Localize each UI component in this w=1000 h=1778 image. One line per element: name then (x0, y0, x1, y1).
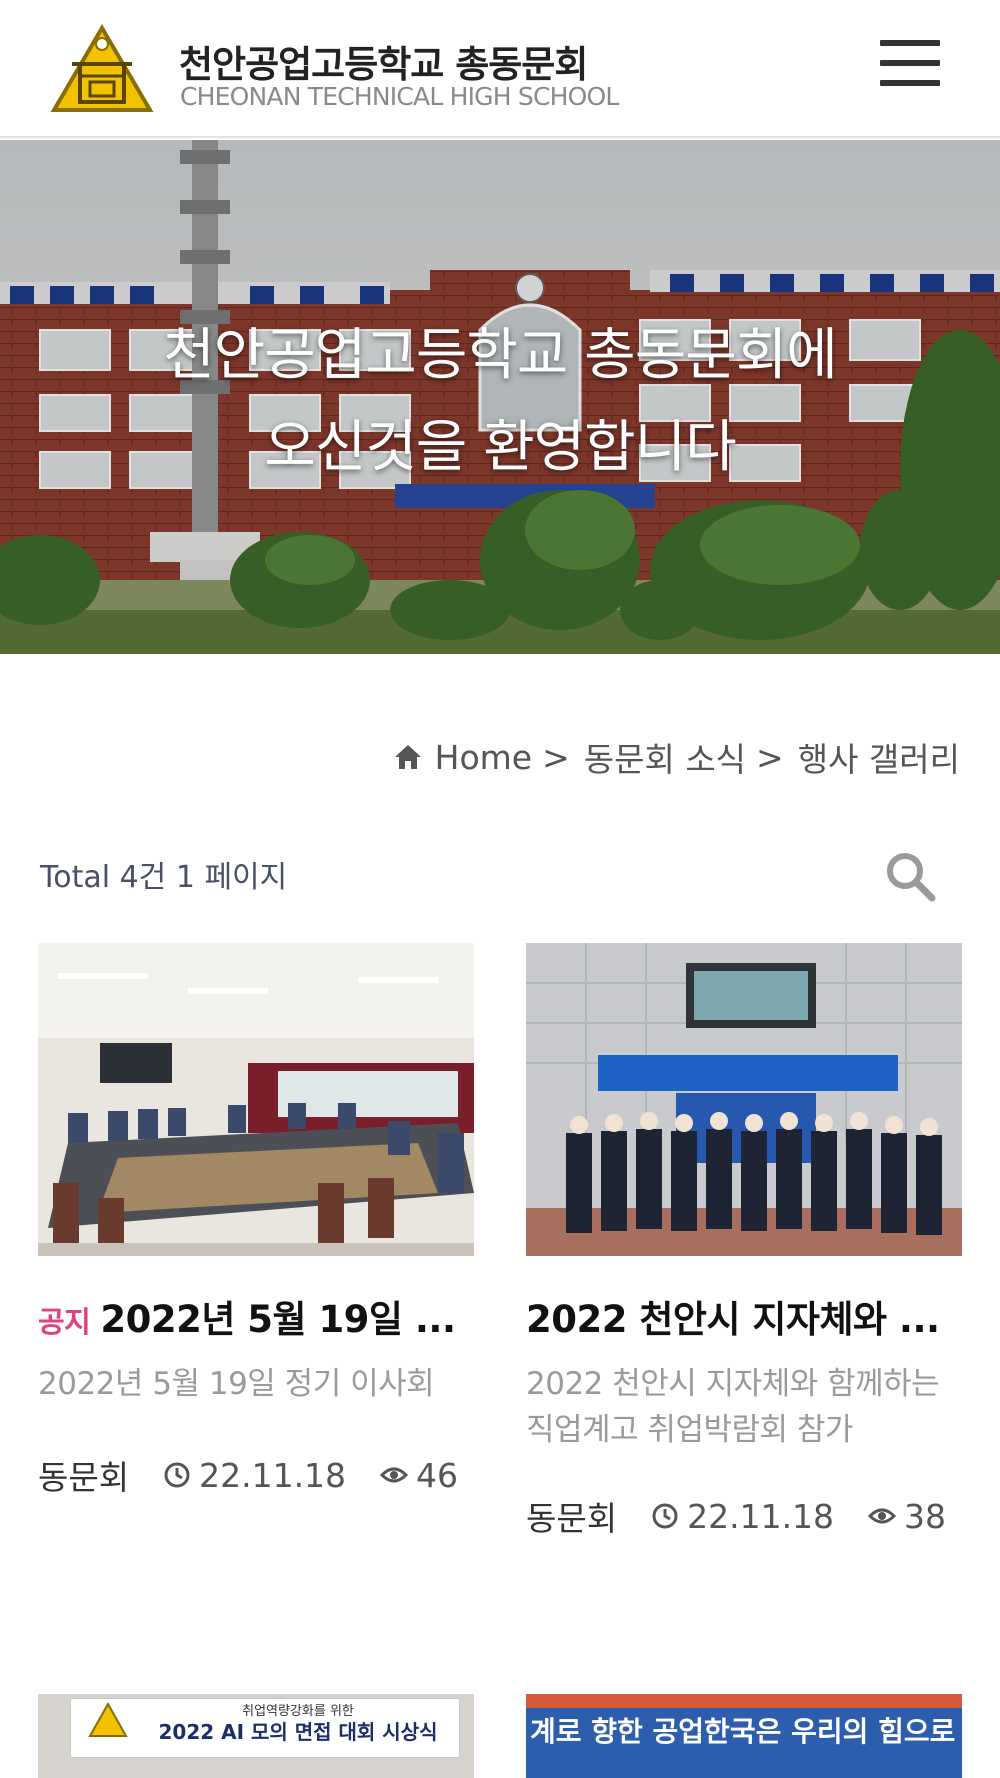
site-header: 천안공업고등학교 총동문회 CHEONAN TECHNICAL HIGH SCH… (0, 0, 1000, 138)
menu-bar (880, 60, 940, 66)
post-views: 38 (904, 1496, 947, 1536)
home-icon[interactable] (393, 742, 423, 772)
post-meta: 동문회 22.11.18 38 (526, 1492, 962, 1540)
post-thumbnail[interactable]: 취업역량강화를 위한 2022 AI 모의 면접 대회 시상식 (38, 1694, 474, 1778)
gallery-card: 공지 2022년 5월 19일 ... 2022년 5월 19일 정기 이사회 동… (38, 943, 474, 1497)
hero-line-2: 오신것을 환영합니다 (264, 415, 736, 480)
eye-icon (868, 1508, 897, 1524)
site-title[interactable]: 천안공업고등학교 총동문회 (179, 34, 588, 88)
hero-line-1: 천안공업고등학교 총동문회에 (163, 323, 838, 388)
post-excerpt: 2022년 5월 19일 정기 이사회 (38, 1366, 435, 1402)
post-excerpt: 2022 천안시 지자체와 함께하는 직업계고 취업박람회 참가 (526, 1366, 940, 1448)
hero-welcome-text: 천안공업고등학교 총동문회에 오신것을 환영합니다 (0, 310, 1000, 494)
post-count: Total 4건 1 페이지 (40, 860, 288, 895)
breadcrumb-home[interactable]: Home (435, 738, 532, 777)
post-title-text[interactable]: 2022년 5월 19일 ... (100, 1298, 456, 1341)
post-thumbnail[interactable] (526, 943, 962, 1256)
post-views: 46 (416, 1455, 459, 1495)
breadcrumb: Home > 동문회 소식 > 행사 갤러리 (393, 733, 960, 781)
post-meta: 동문회 22.11.18 46 (38, 1451, 474, 1499)
breadcrumb-separator: > (542, 737, 570, 777)
post-title[interactable]: 2022 천안시 지자체와 ... (526, 1289, 962, 1343)
gallery-card: 2022 천안시 지자체와 ... 2022 천안시 지자체와 함께하는 직업계… (526, 943, 962, 1538)
post-author: 동문회 (38, 1458, 130, 1497)
school-emblem-icon[interactable] (50, 24, 154, 116)
hamburger-menu-icon[interactable] (880, 38, 942, 88)
breadcrumb-section[interactable]: 동문회 소식 (584, 733, 746, 781)
hero-banner: 천안공업고등학교 총동문회에 오신것을 환영합니다 (0, 140, 1000, 654)
post-date: 22.11.18 (199, 1455, 347, 1495)
clock-icon (652, 1503, 678, 1529)
banner-title: 2022 AI 모의 면접 대회 시상식 (158, 1720, 438, 1744)
breadcrumb-current: 행사 갤러리 (797, 740, 960, 779)
breadcrumb-separator: > (756, 737, 784, 777)
post-thumbnail[interactable] (38, 943, 474, 1256)
menu-bar (880, 40, 940, 46)
banner-title: 계로 향한 공업한국은 우리의 힘으로 (530, 1715, 956, 1748)
gallery-card: 취업역량강화를 위한 2022 AI 모의 면접 대회 시상식 (38, 1694, 474, 1778)
post-date: 22.11.18 (687, 1496, 835, 1536)
clock-icon (164, 1462, 190, 1488)
gallery-card: 계로 향한 공업한국은 우리의 힘으로 (526, 1694, 962, 1778)
post-title-text[interactable]: 2022 천안시 지자체와 ... (526, 1298, 940, 1341)
post-title[interactable]: 공지 2022년 5월 19일 ... (38, 1289, 474, 1343)
eye-icon (380, 1467, 409, 1483)
menu-bar (880, 80, 940, 86)
school-emblem-icon (88, 1702, 128, 1737)
post-author: 동문회 (526, 1499, 618, 1538)
search-icon[interactable] (882, 848, 938, 904)
notice-badge: 공지 (38, 1305, 91, 1339)
site-subtitle: CHEONAN TECHNICAL HIGH SCHOOL (180, 82, 619, 111)
banner-stripe (526, 1694, 962, 1708)
post-thumbnail[interactable]: 계로 향한 공업한국은 우리의 힘으로 (526, 1694, 962, 1778)
